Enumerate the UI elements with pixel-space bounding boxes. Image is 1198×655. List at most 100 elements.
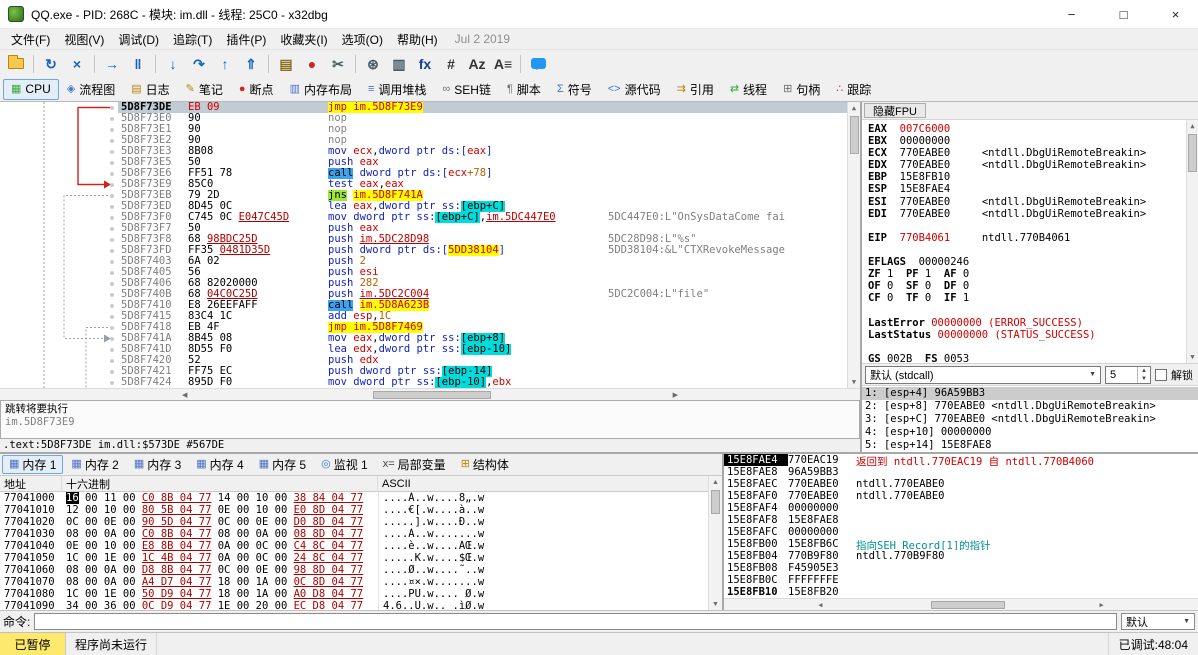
dump-tab-locals[interactable]: x=局部变量: [376, 455, 453, 474]
spin-down-icon[interactable]: ▼: [1138, 375, 1150, 383]
register-row[interactable]: EIP 770B4061 ntdll.770B4061: [868, 232, 1184, 244]
memory-map-icon[interactable]: ▥: [387, 53, 411, 75]
scroll-up-icon[interactable]: ▲: [848, 102, 860, 114]
dump-col-hex[interactable]: 十六进制: [62, 476, 378, 492]
disasm-row[interactable]: 5D8F7410E8 26EEFAFFcall im.5D8A623B: [0, 300, 847, 311]
register-row[interactable]: EFLAGS 00000246: [868, 256, 1184, 268]
disasm-row[interactable]: 5D8F7424895D F0mov dword ptr ss:[ebp-10]…: [0, 377, 847, 388]
disasm-row[interactable]: 5D8F740668 82020000push 282: [0, 278, 847, 289]
register-row[interactable]: [868, 341, 1184, 353]
tab-trace[interactable]: ∴跟踪: [828, 79, 879, 100]
disasm-row[interactable]: 5D8F74036A 02push 2: [0, 256, 847, 267]
font-size-icon[interactable]: Az: [465, 53, 489, 75]
stack-row[interactable]: 15E8FAE896A59BB3: [724, 466, 1198, 478]
stack-argument-row[interactable]: 2: [esp+8] 770EABE0 <ntdll.DbgUiRemoteBr…: [862, 400, 1198, 413]
stack-argument-row[interactable]: 5: [esp+14] 15E8FAE8: [862, 439, 1198, 452]
scroll-thumb[interactable]: [931, 601, 1005, 609]
breakpoint-icon[interactable]: ●: [300, 53, 324, 75]
dump-tab-mem[interactable]: ▦内存 4: [189, 455, 250, 474]
register-row[interactable]: LastStatus 00000000 (STATUS_SUCCESS): [868, 329, 1184, 341]
tab-source[interactable]: <>源代码: [600, 79, 669, 100]
stack-row[interactable]: 15E8FB08F45905E3: [724, 562, 1198, 574]
register-row[interactable]: ESP 15E8FAE4: [868, 183, 1184, 195]
disasm-row[interactable]: 5D8F73E090nop: [0, 113, 847, 124]
register-row[interactable]: ECX 770EABE0 <ntdll.DbgUiRemoteBreakin>: [868, 147, 1184, 159]
dump-tab-mem[interactable]: ▦内存 5: [252, 455, 313, 474]
disasm-row[interactable]: 5D8F741D8D55 F0lea edx,dword ptr ss:[ebp…: [0, 344, 847, 355]
register-row[interactable]: [868, 244, 1184, 256]
disasm-row[interactable]: 5D8F73E38B08mov ecx,dword ptr ds:[eax]: [0, 146, 847, 157]
terminate-icon[interactable]: ×: [65, 53, 89, 75]
hash-icon[interactable]: #: [439, 53, 463, 75]
open-folder-icon[interactable]: [4, 53, 28, 75]
dump-tab-mem[interactable]: ▦内存 3: [127, 455, 188, 474]
tab-notes[interactable]: ✎笔记: [178, 79, 231, 100]
stack-row[interactable]: 15E8FB04770B9F80ntdll.770B9F80: [724, 550, 1198, 562]
scroll-thumb[interactable]: [850, 116, 859, 154]
disasm-row[interactable]: 5D8F741A8B45 08mov eax,dword ptr ss:[ebp…: [0, 333, 847, 344]
calculator-fx-icon[interactable]: fx: [413, 53, 437, 75]
tab-graph[interactable]: ◈流程图: [59, 79, 123, 100]
dump-row[interactable]: 7704107008 00 0A 00 A4 D7 04 77 18 00 1A…: [0, 576, 708, 588]
scroll-left-icon[interactable]: ◀: [0, 389, 369, 401]
registers-vertical-scrollbar[interactable]: ▲ ▼: [1186, 120, 1198, 363]
stack-argument-row[interactable]: 4: [esp+10] 00000000: [862, 426, 1198, 439]
disasm-row[interactable]: 5D8F742052push edx: [0, 355, 847, 366]
register-row[interactable]: EDI 770EABE0 <ntdll.DbgUiRemoteBreakin>: [868, 208, 1184, 220]
maximize-button[interactable]: □: [1101, 0, 1146, 29]
disasm-vertical-scrollbar[interactable]: ▲ ▼: [847, 102, 860, 388]
dump-vertical-scrollbar[interactable]: ▲ ▼: [708, 476, 722, 610]
scroll-up-icon[interactable]: ▲: [1187, 120, 1198, 132]
scroll-thumb[interactable]: [711, 490, 720, 514]
menu-item[interactable]: 追踪(T): [166, 29, 219, 50]
step-over-icon[interactable]: ↷: [187, 53, 211, 75]
stack-row[interactable]: 15E8FB0CFFFFFFFE: [724, 574, 1198, 586]
menu-item[interactable]: 选项(O): [335, 29, 390, 50]
stack-row[interactable]: 15E8FAF815E8FAE8: [724, 514, 1198, 526]
register-row[interactable]: EAX 007C6000: [868, 123, 1184, 135]
run-icon[interactable]: →: [100, 53, 124, 75]
disasm-row[interactable]: 5D8F7418EB 4Fjmp im.5D8F7469: [0, 322, 847, 333]
disasm-row[interactable]: 5D8F73FDFF35 0481D35Dpush dword ptr ds:[…: [0, 245, 847, 256]
dump-row[interactable]: 770410200C 00 0E 00 90 5D 04 77 0C 00 0E…: [0, 516, 708, 528]
dump-row[interactable]: 770410400E 00 10 00 E8 8B 04 77 0A 00 0C…: [0, 540, 708, 552]
scroll-down-icon[interactable]: ▼: [1187, 351, 1198, 363]
menu-item[interactable]: 调试(D): [111, 29, 166, 50]
disasm-row[interactable]: 5D8F73E6FF51 78call dword ptr ds:[ecx+78…: [0, 168, 847, 179]
disasm-row[interactable]: 5D8F73F868 98BDC25Dpush im.5DC28D985DC28…: [0, 234, 847, 245]
calling-convention-combo[interactable]: 默认 (stdcall) ▼: [865, 366, 1101, 384]
menu-item[interactable]: 收藏夹(I): [273, 29, 334, 50]
dump-tab-watch[interactable]: ◎监视 1: [314, 455, 375, 474]
stack-row[interactable]: 15E8FAF0770EABE0ntdll.770EABE0: [724, 490, 1198, 502]
disasm-row[interactable]: 5D8F73E550push eax: [0, 157, 847, 168]
scroll-down-icon[interactable]: ▼: [709, 598, 722, 610]
dump-row[interactable]: 7704106008 00 0A 00 D8 8B 04 77 0C 00 0E…: [0, 564, 708, 576]
scroll-right-icon[interactable]: ▶: [491, 389, 860, 401]
spinner-arrows[interactable]: ▲▼: [1137, 367, 1150, 383]
tab-callstack[interactable]: ≡调用堆栈: [360, 79, 434, 100]
stack-row[interactable]: 15E8FAEC770EABE0ntdll.770EABE0: [724, 478, 1198, 490]
disasm-row[interactable]: 5D8F73F0C745 0C E047C45Dmov dword ptr ss…: [0, 212, 847, 223]
register-row[interactable]: EDX 770EABE0 <ntdll.DbgUiRemoteBreakin>: [868, 159, 1184, 171]
menu-item[interactable]: 帮助(H): [390, 29, 445, 50]
tab-seh[interactable]: ∞SEH链: [434, 79, 499, 100]
dump-col-address[interactable]: 地址: [0, 476, 62, 492]
register-row[interactable]: EBP 15E8FB10: [868, 171, 1184, 183]
dump-tab-mem[interactable]: ▦内存 2: [64, 455, 125, 474]
disasm-row[interactable]: 5D8F7421FF75 ECpush dword ptr ss:[ebp-14…: [0, 366, 847, 377]
close-button[interactable]: ×: [1153, 0, 1198, 29]
dump-row[interactable]: 7704109034 00 36 00 0C D9 04 77 1E 00 20…: [0, 600, 708, 610]
disasm-row[interactable]: 5D8F740556push esi: [0, 267, 847, 278]
stack-argument-row[interactable]: 3: [esp+C] 770EABE0 <ntdll.DbgUiRemoteBr…: [862, 413, 1198, 426]
tab-handles[interactable]: ⊞句柄: [775, 79, 828, 100]
tab-breakpoints[interactable]: ●断点: [231, 79, 282, 100]
log-icon[interactable]: ▤: [274, 53, 298, 75]
command-input[interactable]: [34, 613, 1117, 630]
stack-row[interactable]: 15E8FAE4770EAC19返回到 ntdll.770EAC19 自 ntd…: [724, 454, 1198, 466]
dump-row[interactable]: 7704100016 00 11 00 C0 8B 04 77 14 00 10…: [0, 492, 708, 504]
unlock-checkbox[interactable]: [1155, 369, 1167, 381]
pause-icon[interactable]: ‖: [126, 53, 150, 75]
dump-row[interactable]: 7704103008 00 0A 00 C0 8B 04 77 08 00 0A…: [0, 528, 708, 540]
register-row[interactable]: [868, 220, 1184, 232]
register-row[interactable]: GS 002B FS 0053: [868, 353, 1184, 363]
